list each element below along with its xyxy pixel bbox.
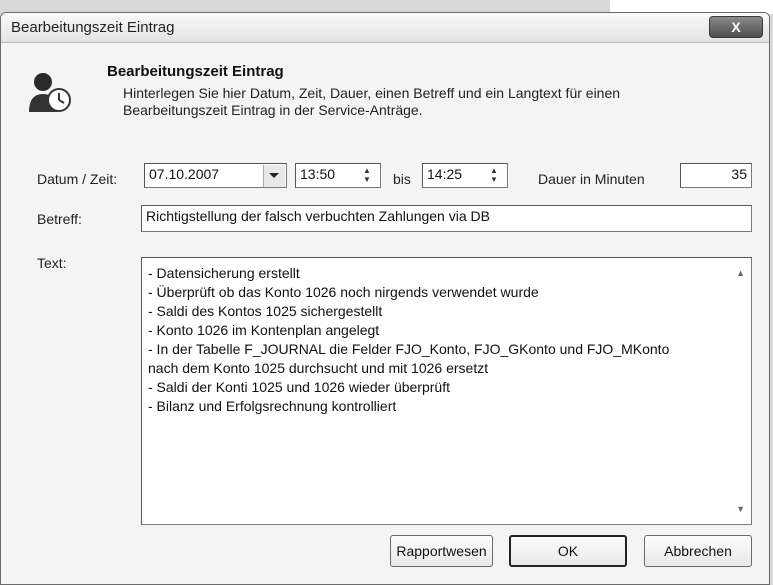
betreff-input[interactable]: Richtigstellung der falsch verbuchten Za… bbox=[141, 205, 752, 232]
window-title: Bearbeitungszeit Eintrag bbox=[11, 19, 175, 36]
spin-up-icon[interactable]: ▲ bbox=[483, 166, 505, 175]
text-line: - In der Tabelle F_JOURNAL die Felder FJ… bbox=[148, 341, 670, 357]
betreff-value: Richtigstellung der falsch verbuchten Za… bbox=[146, 208, 490, 224]
text-line: - Saldi der Konti 1025 und 1026 wieder ü… bbox=[148, 379, 450, 395]
time-to-spinner[interactable]: ▲ ▼ bbox=[483, 166, 505, 186]
ok-button[interactable]: OK bbox=[509, 535, 627, 567]
chevron-down-icon[interactable] bbox=[263, 165, 285, 187]
dialog-window: Bearbeitungszeit Eintrag X Bearbeitungsz… bbox=[0, 12, 770, 585]
time-from-value: 13:50 bbox=[300, 166, 336, 182]
date-value: 07.10.2007 bbox=[149, 166, 220, 182]
betreff-label: Betreff: bbox=[37, 211, 82, 227]
time-to-value: 14:25 bbox=[427, 166, 463, 182]
text-line: - Saldi des Kontos 1025 sichergestellt bbox=[148, 303, 383, 319]
spin-up-icon[interactable]: ▲ bbox=[356, 166, 378, 175]
cancel-button[interactable]: Abbrechen bbox=[644, 535, 752, 567]
text-area[interactable]: - Datensicherung erstellt - Überprüft ob… bbox=[141, 257, 752, 525]
text-label: Text: bbox=[37, 255, 67, 271]
scroll-up-icon[interactable]: ▲ bbox=[736, 268, 745, 278]
datum-zeit-label: Datum / Zeit: bbox=[37, 171, 118, 187]
time-from-spinner[interactable]: ▲ ▼ bbox=[356, 166, 378, 186]
spin-down-icon[interactable]: ▼ bbox=[483, 175, 505, 184]
dauer-value: 35 bbox=[731, 166, 747, 182]
scroll-down-icon[interactable]: ▼ bbox=[736, 504, 745, 514]
text-line: nach dem Konto 1025 durchsucht und mit 1… bbox=[148, 360, 489, 376]
time-to-field[interactable]: 14:25 ▲ ▼ bbox=[422, 163, 508, 188]
header-title: Bearbeitungszeit Eintrag bbox=[107, 63, 284, 80]
date-picker[interactable]: 07.10.2007 bbox=[144, 163, 287, 188]
rapportwesen-button[interactable]: Rapportwesen bbox=[390, 535, 493, 567]
bis-label: bis bbox=[393, 171, 411, 187]
text-line: - Überprüft ob das Konto 1026 noch nirge… bbox=[148, 284, 539, 300]
title-bar[interactable]: Bearbeitungszeit Eintrag X bbox=[1, 13, 769, 43]
header-description: Hinterlegen Sie hier Datum, Zeit, Dauer,… bbox=[123, 85, 621, 118]
dauer-label: Dauer in Minuten bbox=[538, 171, 645, 187]
text-line: - Bilanz und Erfolgsrechnung kontrollier… bbox=[148, 398, 397, 414]
dauer-field[interactable]: 35 bbox=[680, 163, 752, 188]
user-clock-icon bbox=[29, 73, 71, 112]
spin-down-icon[interactable]: ▼ bbox=[356, 175, 378, 184]
text-line: - Konto 1026 im Kontenplan angelegt bbox=[148, 322, 380, 338]
text-line: - Datensicherung erstellt bbox=[148, 265, 300, 281]
close-button[interactable]: X bbox=[709, 16, 763, 38]
time-from-field[interactable]: 13:50 ▲ ▼ bbox=[295, 163, 381, 188]
